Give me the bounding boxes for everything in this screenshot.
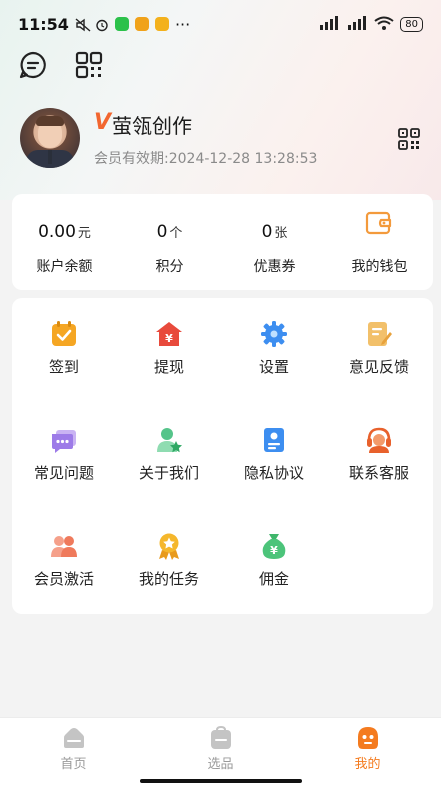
menu-label: 联系客服: [348, 464, 409, 482]
menu-item-settings[interactable]: 设置: [222, 298, 326, 398]
menu-item-sign-in[interactable]: 签到: [12, 298, 116, 398]
app-notification-icon: [134, 17, 149, 31]
my-wallet-label: 我的钱包: [351, 259, 408, 275]
wallet-card: 0.00 元 账户余额 0个 积分 0张 优惠券 我的钱包: [12, 194, 433, 290]
menu-item-about-us[interactable]: 关于我们: [117, 404, 221, 504]
status-right: 80: [318, 15, 423, 34]
qrcode-icon[interactable]: [398, 128, 420, 150]
menu-label: 意见反馈: [348, 358, 409, 376]
balance-unit: 元: [77, 226, 91, 241]
menu-label: 设置: [258, 358, 289, 376]
menu-label: 提现: [153, 358, 184, 376]
coupons-value: 0: [261, 222, 273, 242]
withdraw-icon: ¥: [155, 320, 183, 348]
balance-label: 账户余额: [36, 259, 93, 275]
document-icon: [260, 426, 288, 454]
menu-label: 我的任务: [138, 570, 199, 588]
menu-label: 签到: [48, 358, 79, 376]
headset-icon: [365, 426, 393, 454]
my-wallet[interactable]: 我的钱包: [327, 194, 432, 290]
points-label: 积分: [155, 259, 184, 275]
home-icon: [62, 726, 86, 750]
avatar[interactable]: [20, 108, 80, 168]
status-left: 11:54 ···: [18, 15, 190, 34]
chat-bubble-icon: [50, 426, 78, 454]
account-balance[interactable]: 0.00 元 账户余额: [12, 194, 117, 290]
members-icon: [50, 532, 78, 560]
user-name: 萤瓴创作: [112, 114, 192, 138]
menu-item-commission[interactable]: ¥ 佣金: [222, 510, 326, 610]
svg-text:¥: ¥: [165, 332, 173, 345]
tab-home[interactable]: 首页: [0, 718, 147, 791]
signal-icon: [346, 15, 368, 34]
menu-item-faq[interactable]: 常见问题: [12, 404, 116, 504]
coupons-label: 优惠券: [253, 259, 296, 275]
balance-value: 0.00: [38, 222, 76, 242]
coupons-unit: 张: [274, 226, 288, 241]
tab-label: 首页: [60, 757, 87, 772]
money-bag-icon: ¥: [260, 532, 288, 560]
battery-icon: 80: [400, 16, 423, 32]
tab-label: 我的: [354, 757, 381, 772]
menu-item-customer-service[interactable]: 联系客服: [327, 404, 431, 504]
mute-icon: [75, 17, 91, 32]
scan-icon[interactable]: [74, 50, 104, 80]
tab-mine[interactable]: 我的: [294, 718, 441, 791]
menu-item-withdraw[interactable]: ¥ 提现: [117, 298, 221, 398]
vip-badge: V: [94, 110, 112, 135]
menu-label: 会员激活: [33, 570, 94, 588]
menu-item-privacy-policy[interactable]: 隐私协议: [222, 404, 326, 504]
bottom-tabbar: 首页 选品 我的: [0, 717, 441, 791]
coupons[interactable]: 0张 优惠券: [222, 194, 327, 290]
medal-icon: [155, 532, 183, 560]
points[interactable]: 0个 积分: [117, 194, 222, 290]
calendar-check-icon: [50, 320, 78, 348]
tab-label: 选品: [207, 757, 234, 772]
menu-item-feedback[interactable]: 意见反馈: [327, 298, 431, 398]
menu-label: 常见问题: [33, 464, 94, 482]
profile-header: V 萤瓴创作 会员有效期:2024-12-28 13:28:53: [20, 108, 420, 172]
wifi-icon: [374, 15, 394, 34]
status-time: 11:54: [18, 14, 69, 34]
svg-text:¥: ¥: [270, 544, 278, 557]
points-unit: 个: [169, 226, 183, 241]
membership-expiry: 会员有效期:2024-12-28 13:28:53: [94, 151, 318, 167]
menu-label: 关于我们: [138, 464, 199, 482]
points-value: 0: [156, 222, 168, 242]
app-notification-icon: [154, 17, 169, 31]
menu-label: 隐私协议: [243, 464, 304, 482]
home-indicator: [140, 779, 302, 783]
menu-grid: 签到 ¥ 提现 设置 意见反馈 常见问题 关于我们 隐私协议 联系客服 会员激活…: [12, 298, 433, 614]
more-notifications-icon: ···: [174, 14, 191, 34]
menu-label: 佣金: [258, 570, 289, 588]
menu-item-member-activation[interactable]: 会员激活: [12, 510, 116, 610]
status-bar: 11:54 ··· 80: [0, 0, 441, 48]
top-actions: [18, 50, 104, 80]
gear-icon: [260, 320, 288, 348]
menu-item-my-tasks[interactable]: 我的任务: [117, 510, 221, 610]
wechat-icon: [114, 17, 129, 31]
message-icon[interactable]: [18, 50, 48, 80]
signal-icon: [318, 15, 340, 34]
alarm-icon: [95, 17, 109, 32]
profile-icon: [356, 726, 380, 750]
feedback-icon: [365, 320, 393, 348]
user-star-icon: [155, 426, 183, 454]
bag-icon: [209, 725, 233, 750]
wallet-icon: [365, 210, 393, 236]
